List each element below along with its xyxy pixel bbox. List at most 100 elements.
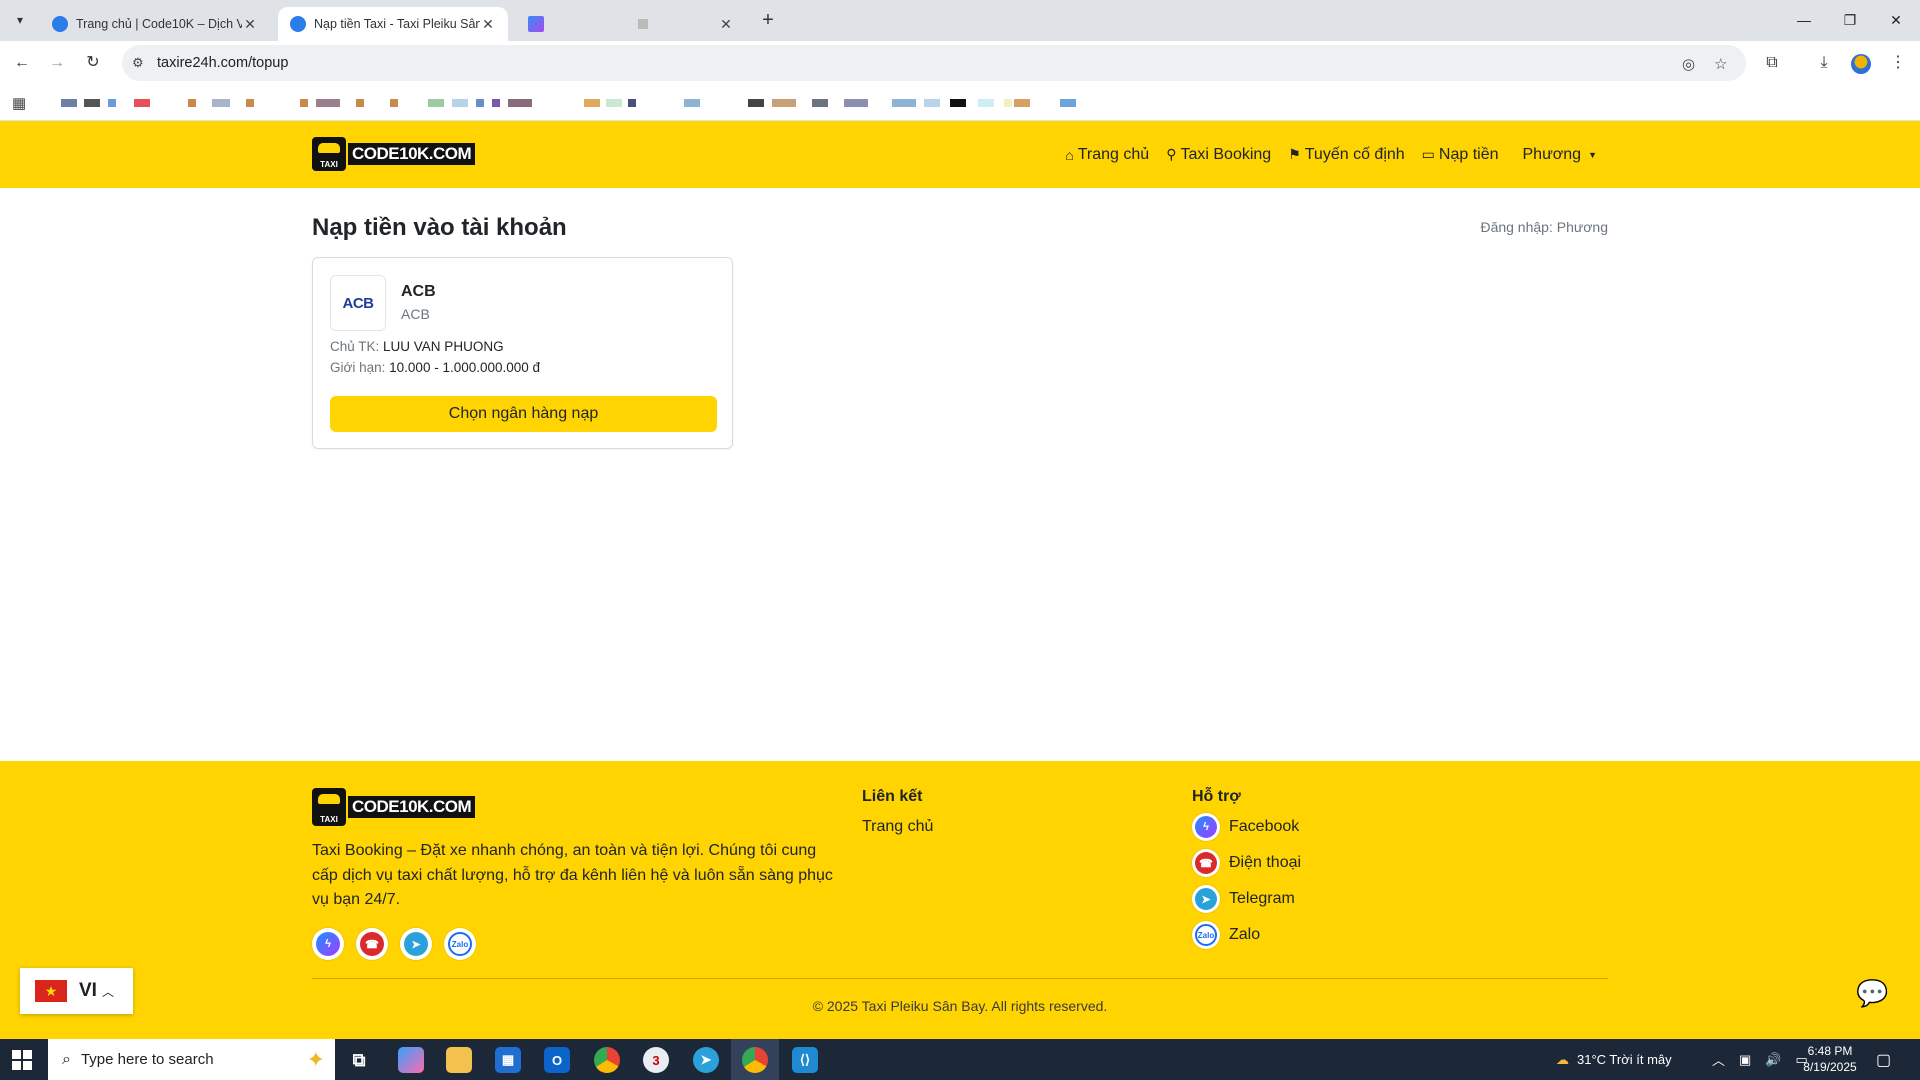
bookmark-item[interactable] [606,99,622,107]
phone-link[interactable]: ☎ [356,928,388,960]
reload-button[interactable]: ↻ [80,51,106,75]
chevron-up-icon[interactable]: ︿ [1712,1050,1725,1069]
bookmark-item[interactable] [492,99,500,107]
bookmark-item[interactable] [108,99,116,107]
support-zalo[interactable]: Zalo Zalo [1192,921,1260,949]
taxi-badge-icon: TAXI [312,788,346,826]
bookmark-item[interactable] [428,99,444,107]
bookmark-item[interactable] [1004,99,1012,107]
bookmark-item[interactable] [61,99,77,107]
vscode-icon[interactable]: ⟨⟩ [792,1047,818,1073]
tab-blank[interactable]: ✕ [516,7,746,41]
chrome-icon[interactable] [594,1047,620,1073]
footer-logo[interactable]: TAXI CODE10K.COM [312,788,476,826]
bookmark-item[interactable] [452,99,468,107]
extensions-icon[interactable]: ⧉ [1760,51,1784,75]
footer-link-home[interactable]: Trang chủ [862,818,933,836]
language-switcher[interactable]: VI ︿ [20,968,133,1014]
zalo-link[interactable]: Zalo [444,928,476,960]
bookmark-item[interactable] [316,99,340,107]
messenger-link[interactable]: ϟ [312,928,344,960]
bookmark-item[interactable] [812,99,828,107]
nav-taxi-booking[interactable]: ⚲ Taxi Booking [1166,146,1271,164]
bookmark-item[interactable] [844,99,868,107]
volume-icon[interactable]: 🔊 [1765,1052,1781,1068]
telegram-app-icon[interactable]: ➤ [693,1047,719,1073]
close-window-button[interactable]: ✕ [1873,6,1919,34]
address-bar[interactable]: ⚙ taxire24h.com/topup ◎ ☆ [122,45,1746,81]
bookmark-item[interactable] [212,99,230,107]
bookmark-item[interactable] [978,99,994,107]
bookmark-item[interactable] [924,99,940,107]
bookmark-item[interactable] [1060,99,1076,107]
windows-start-icon[interactable] [12,1050,32,1070]
page-title: Nạp tiền vào tài khoản [312,214,567,241]
site-logo[interactable]: TAXI CODE10K.COM [312,137,476,171]
user-menu-dropdown[interactable]: Phương ▼ [1523,146,1598,164]
new-tab-button[interactable]: + [757,8,779,32]
support-phone[interactable]: ☎ Điện thoại [1192,849,1301,877]
bookmark-item[interactable] [246,99,254,107]
bookmark-item[interactable] [300,99,308,107]
apps-grid-icon[interactable]: ▦ [12,94,26,112]
minimize-button[interactable]: — [1781,6,1827,34]
bookmark-item[interactable] [476,99,484,107]
close-tab-icon[interactable]: ✕ [242,16,258,33]
limit-label: Giới hạn: [330,360,386,375]
outlook-icon[interactable]: O [544,1047,570,1073]
user-name: Phương [1522,145,1582,163]
back-button[interactable]: ← [9,51,35,75]
bookmark-item[interactable] [628,99,636,107]
weather-widget[interactable]: ☁ 31°C Trời ít mây [1556,1039,1672,1080]
chrome-active-icon[interactable] [742,1047,768,1073]
bookmark-item[interactable] [390,99,398,107]
nav-fixed-routes[interactable]: ⚑ Tuyến cố định [1288,146,1404,164]
chat-app-icon[interactable]: 3 [643,1047,669,1073]
task-view-icon[interactable]: ⧉ [346,1047,372,1073]
close-tab-icon[interactable]: ✕ [718,16,734,33]
bookmark-item[interactable] [950,99,966,107]
meet-now-icon[interactable]: ▣ [1739,1052,1751,1068]
chevron-up-icon: ︿ [101,984,114,999]
site-info-icon[interactable]: ⚙ [132,55,144,71]
telegram-link[interactable]: ➤ [400,928,432,960]
tab-topup[interactable]: Nạp tiền Taxi - Taxi Pleiku Sân Bay ✕ [278,7,508,41]
bookmark-item[interactable] [748,99,764,107]
logo-wordmark: CODE10K.COM [348,796,476,818]
bookmark-item[interactable] [508,99,532,107]
tab-search-button[interactable]: ▾ [8,9,32,31]
nav-topup[interactable]: ▭ Nạp tiền [1422,146,1499,164]
url-text[interactable]: taxire24h.com/topup [157,55,288,71]
bookmark-item[interactable] [84,99,100,107]
copilot-app-icon[interactable] [398,1047,424,1073]
bookmark-item[interactable] [772,99,796,107]
taskbar-search[interactable]: ⌕ Type here to search ✦ [48,1039,335,1080]
bookmark-star-icon[interactable]: ☆ [1714,55,1727,73]
bookmark-item[interactable] [1014,99,1030,107]
restore-button[interactable]: ❐ [1827,6,1873,34]
file-explorer-icon[interactable] [446,1047,472,1073]
notification-icon[interactable]: ▢ [1876,1050,1891,1070]
eye-off-icon[interactable]: ◎ [1682,55,1695,73]
menu-kebab-icon[interactable]: ⋮ [1886,51,1910,75]
download-icon[interactable]: ⤓ [1812,51,1836,75]
support-telegram[interactable]: ➤ Telegram [1192,885,1295,913]
store-icon[interactable]: ▦ [495,1047,521,1073]
bookmark-item[interactable] [134,99,150,107]
bookmark-item[interactable] [356,99,364,107]
site-footer: TAXI CODE10K.COM Taxi Booking – Đặt xe n… [0,761,1920,1039]
close-tab-icon[interactable]: ✕ [480,16,496,33]
taxi-badge-icon: TAXI [312,137,346,171]
bookmark-item[interactable] [892,99,916,107]
bookmark-item[interactable] [188,99,196,107]
chat-bubble-icon[interactable]: 💬 [1856,980,1888,1006]
nav-home[interactable]: ⌂ Trang chủ [1065,146,1149,164]
profile-avatar[interactable] [1851,54,1871,74]
tab-code10k-home[interactable]: Trang chủ | Code10K – Dịch Vụ ✕ [40,7,270,41]
bookmark-item[interactable] [684,99,700,107]
support-facebook[interactable]: ϟ Facebook [1192,813,1299,841]
system-clock[interactable]: 6:48 PM 8/19/2025 [1800,1043,1860,1075]
bookmark-item[interactable] [584,99,600,107]
forward-button[interactable]: → [44,51,70,75]
choose-bank-button[interactable]: Chọn ngân hàng nạp [330,396,717,432]
